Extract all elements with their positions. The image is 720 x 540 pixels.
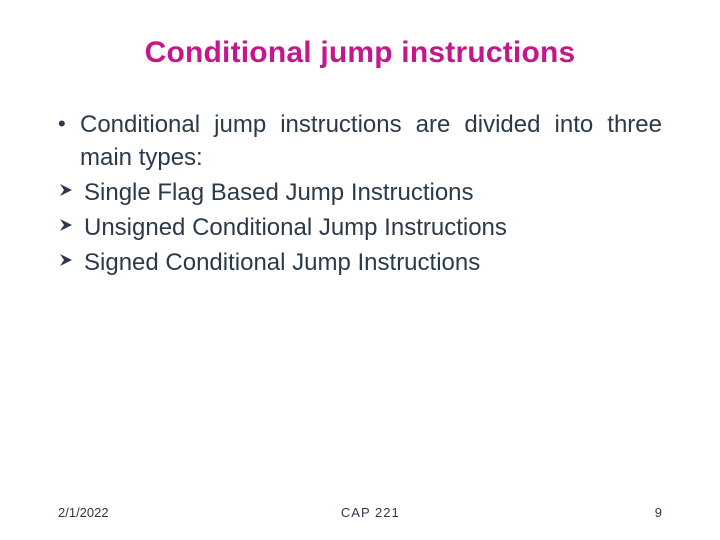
arrow-item: Single Flag Based Jump Instructions (58, 176, 662, 209)
footer-date: 2/1/2022 (58, 505, 109, 520)
arrow-text: Signed Conditional Jump Instructions (84, 246, 662, 279)
bullet-text: Conditional jump instructions are divide… (80, 108, 662, 174)
arrow-right-icon (58, 246, 84, 268)
bullet-dot-icon: • (58, 108, 80, 140)
footer-course: CAP 221 (109, 505, 632, 520)
slide-body: • Conditional jump instructions are divi… (58, 108, 662, 280)
arrow-item: Signed Conditional Jump Instructions (58, 246, 662, 279)
slide-title: Conditional jump instructions (58, 36, 662, 70)
arrow-text: Single Flag Based Jump Instructions (84, 176, 662, 209)
arrow-right-icon (58, 176, 84, 198)
arrow-text: Unsigned Conditional Jump Instructions (84, 211, 662, 244)
slide-footer: 2/1/2022 CAP 221 9 (0, 505, 720, 520)
bullet-item: • Conditional jump instructions are divi… (58, 108, 662, 174)
arrow-right-icon (58, 211, 84, 233)
arrow-item: Unsigned Conditional Jump Instructions (58, 211, 662, 244)
footer-page-number: 9 (632, 505, 662, 520)
slide: Conditional jump instructions • Conditio… (0, 0, 720, 540)
